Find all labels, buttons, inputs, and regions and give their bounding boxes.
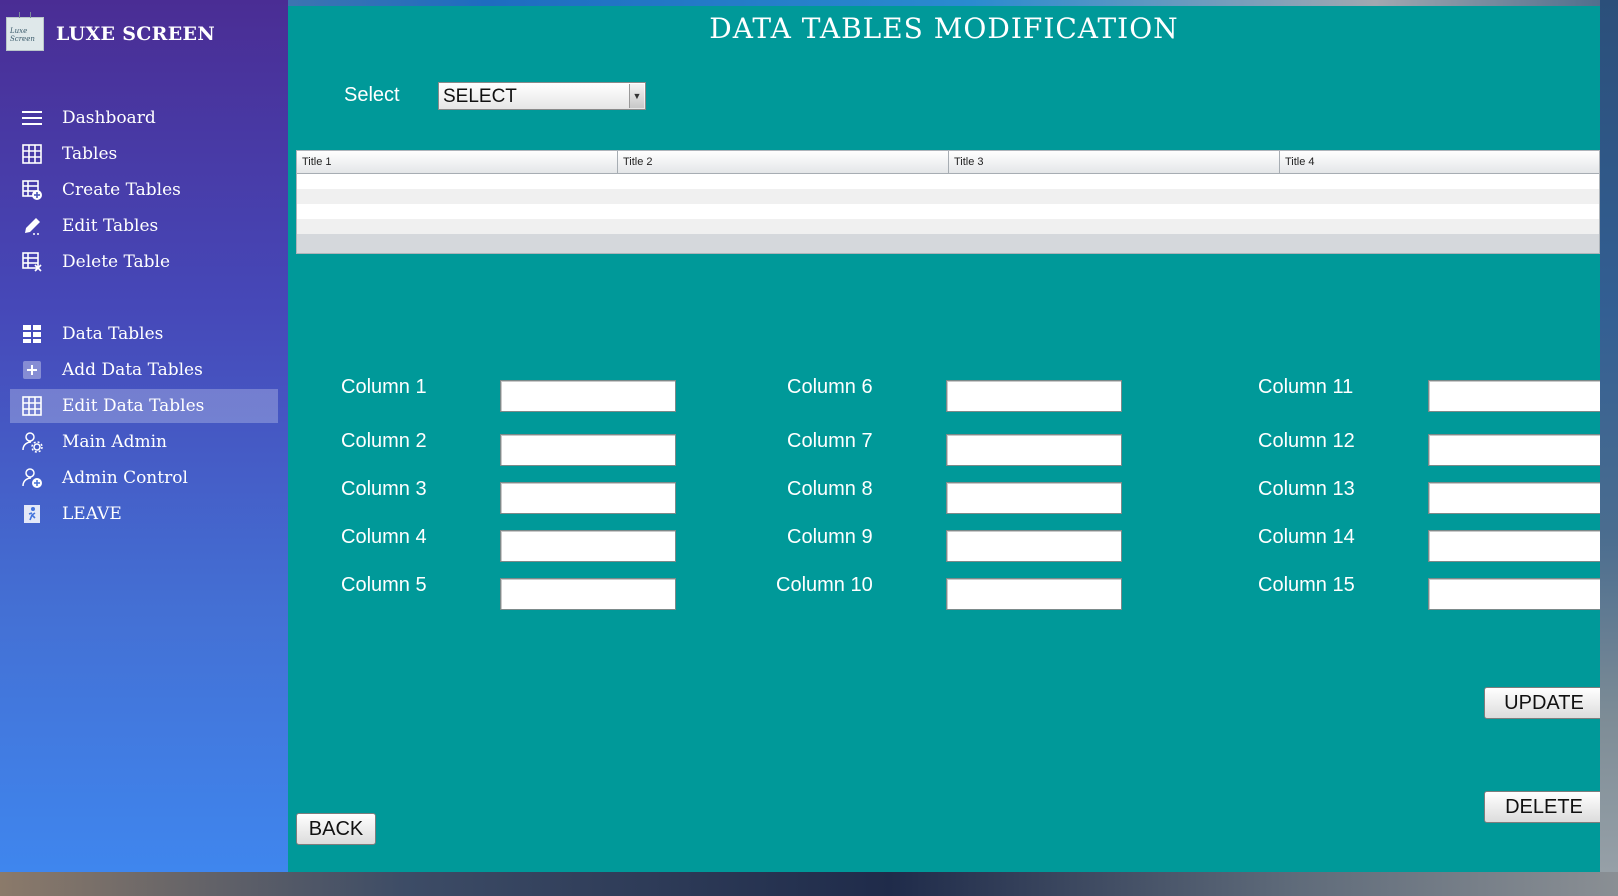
table-delete-icon xyxy=(20,250,44,274)
sidebar-item-label: Edit Data Tables xyxy=(62,396,205,416)
column-13-label: Column 13 xyxy=(1258,478,1355,500)
column-12-label: Column 12 xyxy=(1258,430,1355,452)
column-3-label: Column 3 xyxy=(341,478,427,500)
column-7-input[interactable] xyxy=(946,434,1122,466)
table-select-dropdown[interactable]: SELECT ▼ xyxy=(438,82,646,110)
exit-icon xyxy=(20,502,44,526)
column-15-input[interactable] xyxy=(1428,578,1600,610)
column-header[interactable]: Title 2 xyxy=(618,151,949,173)
sidebar-item-label: Admin Control xyxy=(62,468,188,488)
table-row[interactable] xyxy=(297,174,1599,189)
select-label: Select xyxy=(344,84,400,106)
update-button[interactable]: UPDATE xyxy=(1484,687,1600,719)
tv-antenna-icon xyxy=(19,12,31,18)
column-15-label: Column 15 xyxy=(1258,574,1355,596)
admin-add-icon xyxy=(20,466,44,490)
column-header[interactable]: Title 3 xyxy=(949,151,1280,173)
sidebar-item-label: Tables xyxy=(62,144,118,164)
column-5-input[interactable] xyxy=(500,578,676,610)
table-add-icon xyxy=(20,178,44,202)
column-9-input[interactable] xyxy=(946,530,1122,562)
back-button[interactable]: BACK xyxy=(296,813,376,845)
column-14-label: Column 14 xyxy=(1258,526,1355,548)
table-grid-icon xyxy=(20,394,44,418)
column-12-input[interactable] xyxy=(1428,434,1600,466)
table-row[interactable] xyxy=(297,204,1599,219)
sidebar-item-delete-table[interactable]: Delete Table xyxy=(10,245,278,279)
brand-name: LUXE SCREEN xyxy=(56,23,215,45)
data-table: Title 1 Title 2 Title 3 Title 4 xyxy=(296,150,1600,254)
sidebar-item-add-data-tables[interactable]: Add Data Tables xyxy=(10,353,278,387)
brand-logo-text: Luxe Screen xyxy=(10,27,35,43)
column-6-input[interactable] xyxy=(946,380,1122,412)
sidebar-item-edit-tables[interactable]: Edit Tables xyxy=(10,209,278,243)
column-6-label: Column 6 xyxy=(787,376,873,398)
column-10-input[interactable] xyxy=(946,578,1122,610)
sidebar-item-leave[interactable]: LEAVE xyxy=(10,497,278,531)
sidebar-item-label: Dashboard xyxy=(62,108,156,128)
sidebar-item-dashboard[interactable]: Dashboard xyxy=(10,101,278,135)
column-9-label: Column 9 xyxy=(787,526,873,548)
main-panel: DATA TABLES MODIFICATION Select SELECT ▼… xyxy=(288,6,1600,872)
chevron-down-icon[interactable]: ▼ xyxy=(629,84,644,108)
column-1-label: Column 1 xyxy=(341,376,427,398)
column-14-input[interactable] xyxy=(1428,530,1600,562)
sidebar-item-label: Create Tables xyxy=(62,180,181,200)
column-11-input[interactable] xyxy=(1428,380,1600,412)
table-header: Title 1 Title 2 Title 3 Title 4 xyxy=(297,151,1599,174)
desktop-wallpaper-bottom xyxy=(0,872,1618,896)
column-4-label: Column 4 xyxy=(341,526,427,548)
sidebar-item-main-admin[interactable]: Main Admin xyxy=(10,425,278,459)
table-row[interactable] xyxy=(297,189,1599,204)
column-8-label: Column 8 xyxy=(787,478,873,500)
admin-gear-icon xyxy=(20,430,44,454)
column-10-label: Column 10 xyxy=(776,574,873,596)
brand-logo: Luxe Screen xyxy=(6,12,44,51)
sidebar-item-data-tables[interactable]: Data Tables xyxy=(10,317,278,351)
delete-button[interactable]: DELETE xyxy=(1484,791,1600,823)
column-4-input[interactable] xyxy=(500,530,676,562)
sidebar-item-label: Delete Table xyxy=(62,252,171,272)
sidebar-item-create-tables[interactable]: Create Tables xyxy=(10,173,278,207)
sidebar-item-label: Edit Tables xyxy=(62,216,159,236)
column-11-label: Column 11 xyxy=(1258,376,1354,398)
sidebar: Luxe Screen LUXE SCREEN Dashboard Tables… xyxy=(0,0,288,872)
column-13-input[interactable] xyxy=(1428,482,1600,514)
sidebar-item-edit-data-tables[interactable]: Edit Data Tables xyxy=(10,389,278,423)
column-2-label: Column 2 xyxy=(341,430,427,452)
select-value: SELECT xyxy=(443,86,517,107)
column-5-label: Column 5 xyxy=(341,574,427,596)
app-window: Luxe Screen LUXE SCREEN Dashboard Tables… xyxy=(0,0,1600,872)
brand: Luxe Screen LUXE SCREEN xyxy=(6,12,215,54)
column-header[interactable]: Title 1 xyxy=(297,151,618,173)
sidebar-item-tables[interactable]: Tables xyxy=(10,137,278,171)
plus-box-icon xyxy=(20,358,44,382)
sidebar-item-label: Main Admin xyxy=(62,432,167,452)
sidebar-item-admin-control[interactable]: Admin Control xyxy=(10,461,278,495)
table-grid-icon xyxy=(20,142,44,166)
data-table-icon xyxy=(20,322,44,346)
sidebar-item-label: Add Data Tables xyxy=(62,360,203,380)
page-title: DATA TABLES MODIFICATION xyxy=(709,12,1179,45)
desktop-wallpaper-right xyxy=(1600,0,1618,896)
column-1-input[interactable] xyxy=(500,380,676,412)
column-2-input[interactable] xyxy=(500,434,676,466)
table-row[interactable] xyxy=(297,219,1599,234)
sidebar-item-label: Data Tables xyxy=(62,324,164,344)
column-8-input[interactable] xyxy=(946,482,1122,514)
column-7-label: Column 7 xyxy=(787,430,873,452)
column-header[interactable]: Title 4 xyxy=(1280,151,1599,173)
sidebar-item-label: LEAVE xyxy=(62,504,122,524)
column-3-input[interactable] xyxy=(500,482,676,514)
menu-icon xyxy=(20,106,44,130)
pencil-icon xyxy=(20,214,44,238)
